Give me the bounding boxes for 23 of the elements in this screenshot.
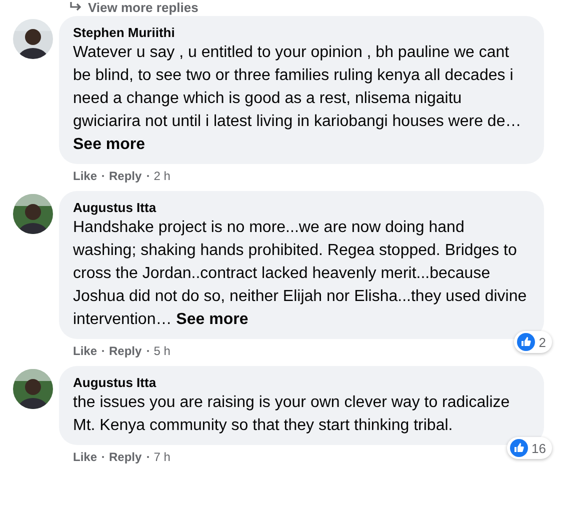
comment-text: Watever u say , u entitled to your opinion , bh pauline we cant be blind, to see two or three families ruling kenya all decades i need a change which is good as a rest, nlisema nigaitu gwiciarira not until i latest living in kariobangi houses were de… See more [73,43,522,155]
reply-arrow-icon [70,2,82,12]
view-more-replies-link[interactable]: View more replies [88,0,198,14]
thumbs-up-icon [516,333,535,351]
like-link[interactable]: Like [73,169,98,183]
author-name[interactable]: Augustus Itta [73,374,530,391]
thumbs-up-icon [510,439,528,457]
author-name[interactable]: Augustus Itta [73,199,530,216]
comment-text: the issues you are raising is your own clever way to radicalize Mt. Kenya community so that they start thinking tribal. [73,393,511,436]
timestamp[interactable]: 5 h [154,344,170,358]
reaction-badge[interactable]: 16 [506,437,552,459]
reply-link[interactable]: Reply [109,169,142,183]
timestamp[interactable]: 2 h [154,169,170,183]
reply-link[interactable]: Reply [109,344,142,358]
reply-link[interactable]: Reply [109,450,142,464]
timestamp[interactable]: 7 h [154,450,170,464]
author-name[interactable]: Stephen Muriithi [73,24,530,41]
reaction-badge[interactable]: 2 [514,331,552,353]
like-link[interactable]: Like [73,450,98,464]
see-more-link[interactable]: See more [176,311,248,328]
see-more-link[interactable]: See more [73,136,146,153]
like-link[interactable]: Like [73,344,98,358]
comment-text: Handshake project is no more...we are now doing hand washing; shaking hands prohibited. Regea stopped. Bridges to cross the Jordan..contract lacked heavenly merit...because Joshua did not do so, neither Elijah nor Elisha...they used divine intervention… See more [73,218,528,330]
